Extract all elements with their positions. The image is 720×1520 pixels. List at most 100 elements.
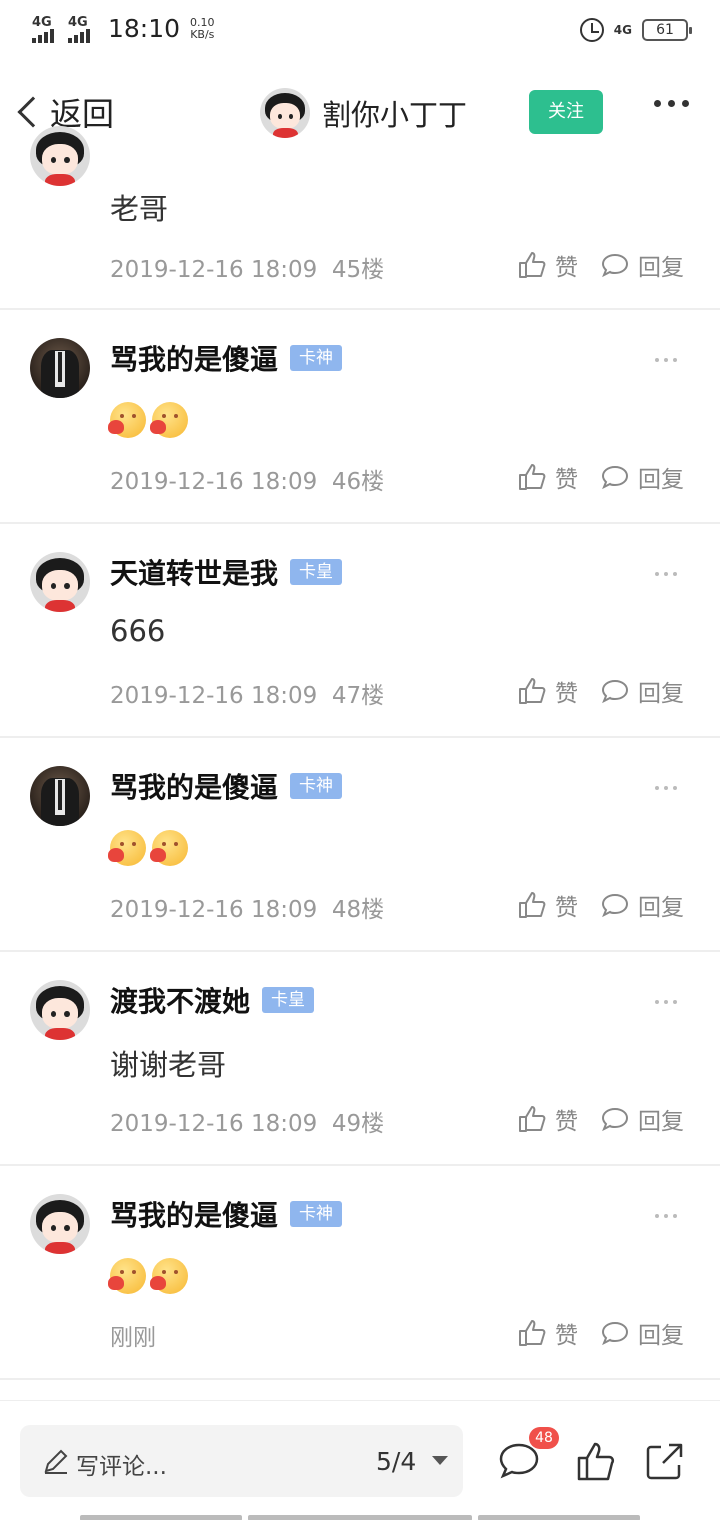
comment-bubble-icon <box>601 253 629 278</box>
chevron-left-icon <box>17 96 49 128</box>
reply-button[interactable]: 回复 <box>600 1316 684 1350</box>
username[interactable]: 骂我的是傻逼 <box>110 1194 278 1234</box>
comment-more-icon[interactable] <box>655 786 677 790</box>
thumbs-up-icon <box>519 464 546 490</box>
thumbs-up-icon <box>519 1106 546 1132</box>
like-button[interactable]: 赞 <box>517 1102 578 1136</box>
comment-actions: 赞 回复 <box>517 460 684 494</box>
comment-meta: 2019-12-16 18:09 46楼 <box>110 469 385 495</box>
author-avatar[interactable] <box>260 88 310 138</box>
emoji-icon <box>150 830 188 866</box>
comment-item: 天道转世是我 卡皇 666 2019-12-16 18:09 47楼 赞 回复 <box>0 524 720 738</box>
thumbs-up-icon <box>519 678 546 704</box>
user-level-badge: 卡皇 <box>262 987 315 1013</box>
like-button[interactable]: 赞 <box>517 248 578 282</box>
sim1-signal-icon: 4G <box>32 15 58 43</box>
reply-button[interactable]: 回复 <box>600 1102 684 1136</box>
share-icon[interactable] <box>643 1439 687 1483</box>
username[interactable]: 骂我的是傻逼 <box>110 338 278 378</box>
write-comment-input[interactable]: 写评论... 5/4 <box>20 1425 463 1497</box>
comment-emojis <box>108 402 188 438</box>
comment-more-icon[interactable] <box>655 358 677 362</box>
username[interactable]: 天道转世是我 <box>110 552 278 592</box>
emoji-icon <box>108 830 146 866</box>
comment-more-icon[interactable] <box>655 572 677 576</box>
thumbs-up-icon <box>519 1320 546 1346</box>
comment-text: 谢谢老哥 <box>110 1048 227 1082</box>
comment-actions: 赞 回复 <box>517 248 684 282</box>
author-name: 割你小丁丁 <box>322 98 468 132</box>
like-button[interactable]: 赞 <box>517 674 578 708</box>
user-name-row: 骂我的是傻逼 卡神 <box>110 1194 343 1234</box>
thumbs-up-icon[interactable] <box>574 1439 618 1483</box>
comment-actions: 赞 回复 <box>517 674 684 708</box>
user-level-badge: 卡神 <box>290 345 343 371</box>
user-name-row: 渡我不渡她 卡皇 <box>110 980 315 1020</box>
comment-meta: 2019-12-16 18:09 48楼 <box>110 897 385 923</box>
comment-bubble-icon <box>601 465 629 490</box>
network-speed: 0.10 KB/s <box>190 15 215 41</box>
network-type: 4G <box>613 23 632 37</box>
comment-more-icon[interactable] <box>655 1214 677 1218</box>
comment-meta: 2019-12-16 18:09 49楼 <box>110 1111 385 1137</box>
comment-meta: 2019-12-16 18:09 45楼 <box>110 257 385 283</box>
pencil-icon <box>44 1449 68 1474</box>
nav-indicator <box>478 1515 640 1520</box>
user-avatar[interactable] <box>30 126 90 186</box>
emoji-icon <box>108 402 146 438</box>
navigation-bar: 返回 割你小丁丁 关注 <box>0 66 720 158</box>
comment-actions: 赞 回复 <box>517 888 684 922</box>
status-bar: 4G 4G 18:10 0.10 KB/s 4G 61 <box>0 0 720 66</box>
comment-more-icon[interactable] <box>655 1000 677 1004</box>
reply-button[interactable]: 回复 <box>600 674 684 708</box>
user-name-row: 天道转世是我 卡皇 <box>110 552 343 592</box>
comment-text: 666 <box>110 614 166 648</box>
user-avatar[interactable] <box>30 1194 90 1254</box>
like-button[interactable]: 赞 <box>517 888 578 922</box>
comment-bubble-icon <box>601 1321 629 1346</box>
comment-bubble-icon <box>601 893 629 918</box>
emoji-icon <box>150 1258 188 1294</box>
comment-item: 骂我的是傻逼 卡神 刚刚 赞 回复 <box>0 1166 720 1380</box>
caret-down-icon[interactable] <box>432 1456 448 1465</box>
reply-button[interactable]: 回复 <box>600 460 684 494</box>
user-avatar[interactable] <box>30 338 90 398</box>
user-level-badge: 卡神 <box>290 773 343 799</box>
follow-button[interactable]: 关注 <box>529 90 603 134</box>
user-name-row: 骂我的是傻逼 卡神 <box>110 338 343 378</box>
author-header[interactable]: 割你小丁丁 <box>260 88 467 138</box>
user-name-row: 骂我的是傻逼 卡神 <box>110 766 343 806</box>
comment-item: 渡我不渡她 卡皇 谢谢老哥 2019-12-16 18:09 49楼 赞 回复 <box>0 952 720 1166</box>
username[interactable]: 骂我的是傻逼 <box>110 766 278 806</box>
comment-bubble-icon <box>601 1107 629 1132</box>
comment-item: 老哥 2019-12-16 18:09 45楼 赞 回复 <box>0 126 720 310</box>
user-level-badge: 卡皇 <box>290 559 343 585</box>
comment-item: 骂我的是傻逼 卡神 2019-12-16 18:09 46楼 赞 回复 <box>0 310 720 524</box>
sim2-signal-icon: 4G <box>68 15 94 43</box>
bottom-action-bar: 写评论... 5/4 48 <box>0 1400 720 1520</box>
status-time: 18:10 <box>108 14 181 43</box>
battery-icon: 61 <box>642 19 692 41</box>
thumbs-up-icon <box>519 252 546 278</box>
comment-actions: 赞 回复 <box>517 1316 684 1350</box>
comment-emojis <box>108 830 188 866</box>
reply-button[interactable]: 回复 <box>600 888 684 922</box>
more-options-icon[interactable] <box>654 100 689 107</box>
comment-count-badge: 48 <box>529 1427 559 1449</box>
like-button[interactable]: 赞 <box>517 1316 578 1350</box>
thumbs-up-icon <box>519 892 546 918</box>
battery-level: 61 <box>656 22 674 38</box>
comment-actions: 赞 回复 <box>517 1102 684 1136</box>
user-avatar[interactable] <box>30 980 90 1040</box>
comment-meta: 刚刚 <box>110 1325 156 1351</box>
user-level-badge: 卡神 <box>290 1201 343 1227</box>
nav-indicator <box>80 1515 242 1520</box>
reply-button[interactable]: 回复 <box>600 248 684 282</box>
comment-placeholder: 写评论... <box>76 1454 167 1480</box>
like-button[interactable]: 赞 <box>517 460 578 494</box>
user-avatar[interactable] <box>30 766 90 826</box>
username[interactable]: 渡我不渡她 <box>110 980 250 1020</box>
page-indicator[interactable]: 5/4 <box>376 1447 416 1476</box>
user-avatar[interactable] <box>30 552 90 612</box>
comment-text: 老哥 <box>110 192 169 226</box>
